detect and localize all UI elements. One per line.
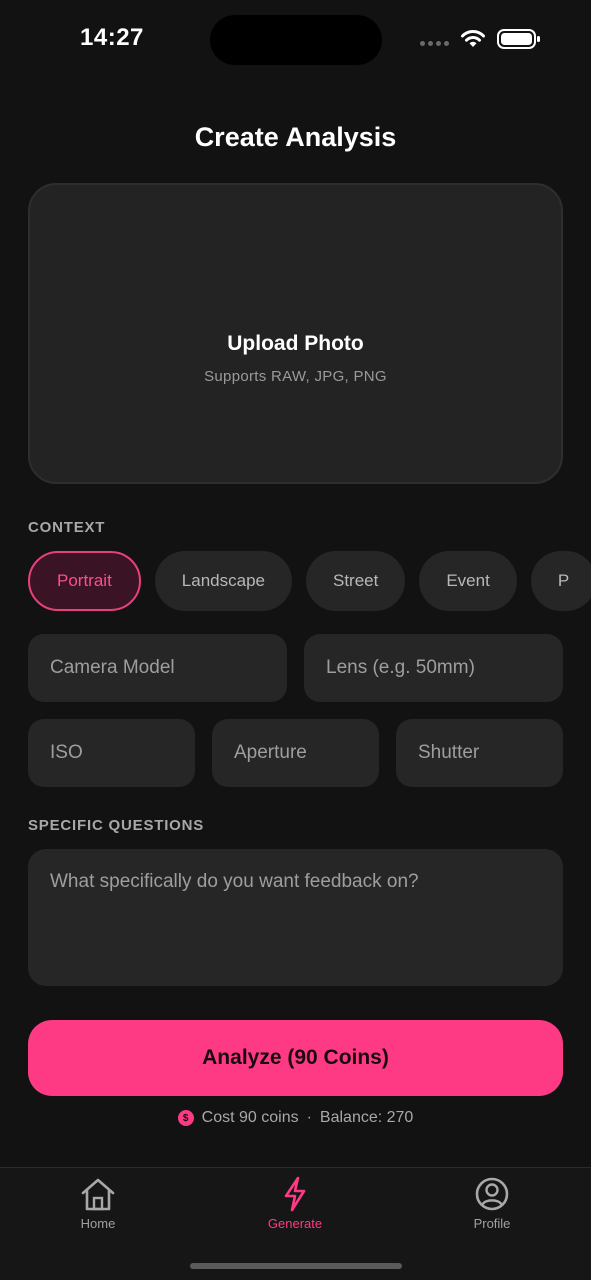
upload-photo-subtitle: Supports RAW, JPG, PNG: [204, 368, 387, 385]
context-label: CONTEXT: [28, 519, 106, 536]
aperture-field[interactable]: [212, 719, 379, 787]
status-time: 14:27: [80, 24, 144, 51]
tab-generate-label: Generate: [267, 1216, 323, 1231]
tab-profile-label: Profile: [473, 1216, 511, 1231]
home-icon: [81, 1178, 115, 1211]
home-indicator: [190, 1263, 402, 1269]
coin-icon: $: [177, 1110, 194, 1126]
dynamic-island: [210, 15, 382, 65]
tab-home[interactable]: Home: [38, 1176, 158, 1231]
balance-text: Balance: 270: [319, 1109, 414, 1126]
chip-street[interactable]: Street: [305, 551, 406, 611]
shutter-field[interactable]: [396, 719, 563, 787]
chip-landscape[interactable]: Landscape: [154, 551, 292, 611]
tab-profile[interactable]: Profile: [432, 1176, 552, 1231]
separator-dot: ·: [306, 1109, 312, 1126]
chip-event[interactable]: Event: [419, 551, 517, 611]
upload-photo-card[interactable]: Upload Photo Supports RAW, JPG, PNG: [28, 183, 563, 484]
cellular-signal-icon: [420, 41, 449, 46]
page-title: Create Analysis: [194, 122, 397, 152]
lightning-icon: [284, 1176, 306, 1212]
specific-questions-label: SPECIFIC QUESTIONS: [28, 817, 205, 834]
profile-icon: [475, 1177, 509, 1211]
context-chip-list: Portrait Landscape Street Event P: [28, 551, 591, 613]
camera-model-field[interactable]: [28, 634, 287, 702]
iso-field[interactable]: [28, 719, 195, 787]
specific-questions-input[interactable]: [28, 849, 563, 986]
chip-partial[interactable]: P: [530, 551, 591, 611]
upload-photo-title: Upload Photo: [227, 332, 364, 355]
status-bar: 14:27: [0, 0, 591, 80]
cost-text: Cost 90 coins: [201, 1109, 299, 1126]
wifi-icon: [461, 30, 485, 47]
screen: 14:27 Create Analysis Upload Photo Suppo…: [0, 0, 591, 1280]
lens-field[interactable]: [304, 634, 563, 702]
tab-generate[interactable]: Generate: [235, 1176, 355, 1231]
analyze-button[interactable]: Analyze (90 Coins): [28, 1020, 563, 1096]
cost-balance-line: $ Cost 90 coins · Balance: 270: [0, 1109, 591, 1127]
tab-home-label: Home: [80, 1216, 116, 1231]
battery-icon: [497, 29, 540, 49]
chip-portrait[interactable]: Portrait: [28, 551, 141, 611]
